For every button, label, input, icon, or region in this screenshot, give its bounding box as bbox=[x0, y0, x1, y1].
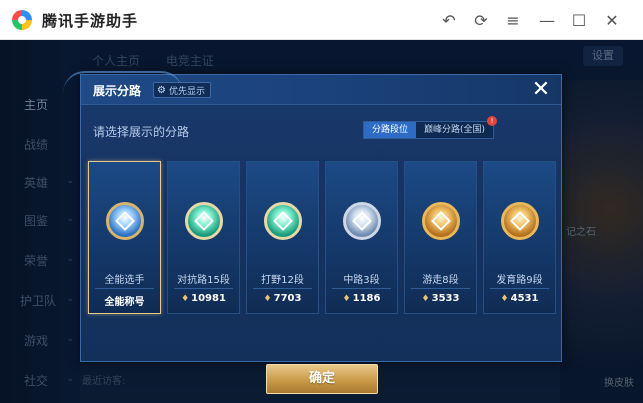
priority-display-chip[interactable]: ⚙ 优先显示 bbox=[153, 82, 211, 98]
tab-peak-route[interactable]: 巅峰分路(全国) bbox=[416, 122, 493, 138]
route-card-list: 全能选手 全能称号 对抗路15段 ♦ 10981 打野12段 ♦ 7703 中路3段 bbox=[88, 161, 558, 321]
dialog-subtitle: 请选择展示的分路 bbox=[93, 125, 190, 139]
route-card-farm-lane[interactable]: 发育路9段 ♦ 4531 bbox=[483, 161, 556, 314]
title-bar: 腾讯手游助手 ↶ ⟳ ≡ — ☐ ✕ bbox=[0, 0, 643, 40]
confirm-button[interactable]: 确定 bbox=[266, 364, 378, 394]
rank-points-icon: ♦ bbox=[181, 294, 190, 304]
route-card-name: 中路3段 bbox=[343, 275, 380, 286]
card-divider bbox=[95, 288, 154, 289]
card-divider bbox=[411, 288, 470, 289]
farm-lane-emblem-icon bbox=[501, 202, 539, 240]
mid-lane-emblem-icon bbox=[343, 202, 381, 240]
route-card-stat: ♦ 3533 bbox=[421, 293, 460, 304]
app-title: 腾讯手游助手 bbox=[42, 12, 139, 30]
refresh-icon[interactable]: ⟳ bbox=[470, 9, 492, 31]
route-card-all-round[interactable]: 全能选手 全能称号 bbox=[88, 161, 161, 314]
app-logo-icon bbox=[12, 10, 32, 30]
route-card-name: 游走8段 bbox=[422, 275, 459, 286]
rank-points-icon: ♦ bbox=[421, 294, 430, 304]
maximize-icon[interactable]: ☐ bbox=[568, 9, 590, 31]
dialog-title: 展示分路 bbox=[93, 84, 142, 98]
game-area: 主页 战绩 英雄 ⌄ 图鉴 ⌄ 荣誉 ⌄ 护卫队 ⌄ 游戏 ⌄ 社交 ⌄ 个人主页 电竞主证… bbox=[0, 40, 643, 403]
close-icon[interactable]: ✕ bbox=[601, 9, 623, 31]
undo-icon[interactable]: ↶ bbox=[438, 9, 460, 31]
route-display-dialog: 展示分路 ⚙ 优先显示 ✕ 请选择展示的分路 分路段位 巅峰分路(全国) ! 全… bbox=[63, 71, 562, 394]
roam-emblem-icon bbox=[422, 202, 460, 240]
rank-points-icon: ♦ bbox=[500, 294, 509, 304]
gear-icon: ⚙ bbox=[157, 84, 166, 96]
route-card-name: 打野12段 bbox=[261, 275, 304, 286]
card-divider bbox=[332, 288, 391, 289]
tab-route-rank[interactable]: 分路段位 bbox=[364, 122, 417, 138]
route-card-stat: ♦ 7703 bbox=[263, 293, 302, 304]
dialog-header: 展示分路 ⚙ 优先显示 ✕ bbox=[63, 71, 561, 105]
route-card-stat: 全能称号 bbox=[104, 297, 145, 308]
card-divider bbox=[253, 288, 312, 289]
route-card-name: 发育路9段 bbox=[496, 275, 543, 286]
route-card-mid-lane[interactable]: 中路3段 ♦ 1186 bbox=[325, 161, 398, 314]
menu-icon[interactable]: ≡ bbox=[502, 9, 524, 31]
route-card-stat: ♦ 4531 bbox=[500, 293, 539, 304]
jungle-emblem-icon bbox=[264, 202, 302, 240]
dialog-close-button[interactable]: ✕ bbox=[529, 79, 553, 103]
route-card-name: 全能选手 bbox=[104, 275, 145, 286]
route-card-stat: ♦ 10981 bbox=[181, 293, 226, 304]
card-divider bbox=[174, 288, 233, 289]
route-card-name: 对抗路15段 bbox=[177, 275, 230, 286]
all-round-emblem-icon bbox=[106, 202, 144, 240]
minimize-icon[interactable]: — bbox=[536, 9, 558, 31]
rank-points-icon: ♦ bbox=[263, 294, 272, 304]
card-divider bbox=[490, 288, 549, 289]
route-card-stat: ♦ 1186 bbox=[342, 293, 381, 304]
new-badge-icon: ! bbox=[487, 116, 498, 126]
priority-display-label: 优先显示 bbox=[168, 86, 205, 97]
route-card-jungle[interactable]: 打野12段 ♦ 7703 bbox=[246, 161, 319, 314]
rank-points-icon: ♦ bbox=[342, 294, 351, 304]
segment-control: 分路段位 巅峰分路(全国) ! bbox=[363, 116, 498, 139]
route-card-top-lane[interactable]: 对抗路15段 ♦ 10981 bbox=[167, 161, 240, 314]
route-card-roam[interactable]: 游走8段 ♦ 3533 bbox=[404, 161, 477, 314]
top-lane-emblem-icon bbox=[185, 202, 223, 240]
